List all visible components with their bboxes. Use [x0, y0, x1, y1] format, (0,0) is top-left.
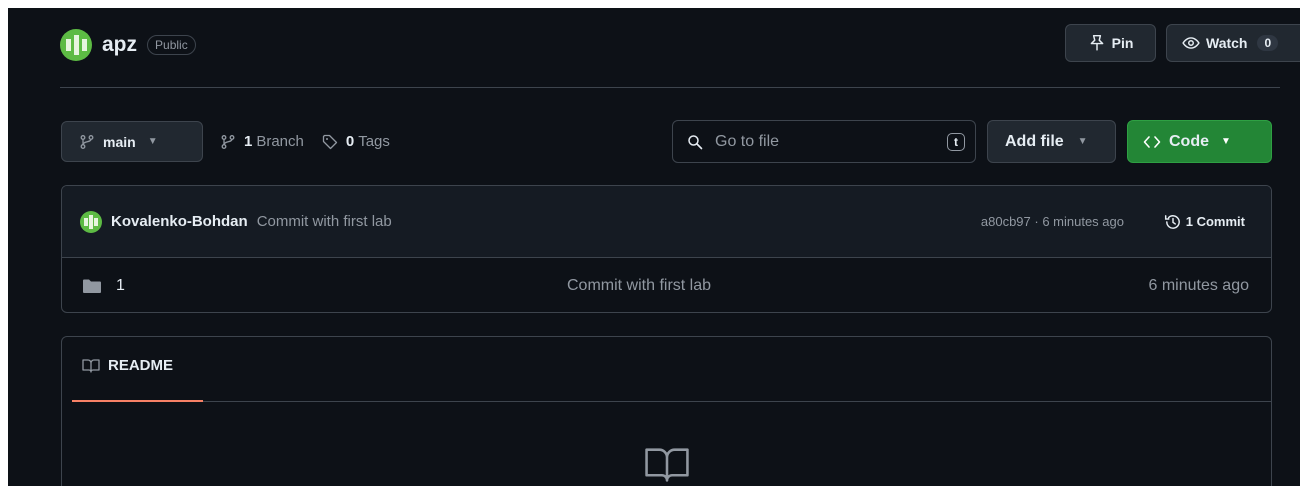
file-commit-message[interactable]: Commit with first lab — [567, 277, 711, 295]
branch-link[interactable]: Branch — [256, 133, 304, 150]
tab-readme[interactable]: README — [82, 357, 173, 374]
chevron-down-icon: ▼ — [1077, 136, 1088, 147]
commit-count: 1 Commit — [1185, 214, 1245, 229]
latest-commit: Kovalenko-Bohdan Commit with first lab a… — [62, 186, 1271, 258]
pin-label: Pin — [1111, 35, 1134, 51]
active-tab-indicator — [72, 400, 203, 402]
folder-icon — [83, 279, 101, 293]
header-divider — [60, 87, 1280, 88]
go-to-file[interactable]: t — [672, 120, 976, 163]
repo-meta: 1 Branch 0 Tags — [220, 121, 390, 162]
watch-label: Watch — [1206, 35, 1248, 51]
code-icon — [1143, 135, 1161, 148]
history-icon — [1164, 214, 1180, 229]
shortcut-key: t — [947, 133, 965, 151]
code-label: Code — [1169, 132, 1209, 150]
file-age: 6 minutes ago — [1148, 277, 1249, 294]
branch-icon — [80, 134, 94, 149]
pin-button[interactable]: Pin — [1065, 24, 1156, 62]
search-input[interactable] — [713, 131, 917, 152]
watch-count: 0 — [1257, 35, 1279, 51]
chevron-down-icon: ▼ — [147, 136, 158, 147]
commit-author[interactable]: Kovalenko-Bohdan — [111, 213, 248, 230]
list-item[interactable]: 1 Commit with first lab 6 minutes ago — [62, 258, 1271, 312]
search-icon — [688, 134, 703, 149]
commits-link[interactable]: 1 Commit — [1164, 213, 1245, 231]
book-icon — [82, 358, 100, 373]
tags-link[interactable]: Tags — [358, 133, 390, 150]
book-icon — [645, 448, 689, 482]
branch-name: main — [103, 133, 136, 150]
chevron-down-icon: ▼ — [1221, 136, 1231, 147]
add-file-button[interactable]: Add file ▼ — [987, 120, 1116, 163]
watch-button[interactable]: Watch 0 — [1166, 24, 1300, 62]
tag-count[interactable]: 0 — [346, 133, 354, 150]
tag-icon — [322, 134, 338, 149]
code-button[interactable]: Code ▼ — [1127, 120, 1272, 163]
visibility-badge: Public — [147, 35, 196, 55]
author-avatar[interactable] — [80, 210, 102, 233]
repo-actions: Pin Watch 0 — [1065, 24, 1300, 62]
readme-panel: README — [61, 336, 1272, 486]
owner-avatar[interactable] — [60, 29, 92, 61]
eye-icon — [1182, 37, 1200, 49]
branch-icon — [221, 134, 235, 149]
branch-selector[interactable]: main ▼ — [61, 121, 203, 162]
readme-label: README — [108, 357, 174, 374]
repo-page: apz Public Pin Watch 0 main ▼ 1 Branch 0… — [8, 8, 1300, 486]
file-name[interactable]: 1 — [116, 277, 125, 295]
commit-hash-time[interactable]: a80cb97 · 6 minutes ago — [981, 214, 1124, 229]
repo-name[interactable]: apz — [102, 33, 137, 57]
repo-header: apz Public — [60, 28, 196, 62]
add-file-label: Add file — [1005, 132, 1064, 150]
branch-count[interactable]: 1 — [244, 133, 252, 150]
commit-message[interactable]: Commit with first lab — [257, 213, 392, 230]
pin-icon — [1090, 34, 1103, 51]
readme-divider — [72, 401, 1271, 402]
file-browser: Kovalenko-Bohdan Commit with first lab a… — [61, 185, 1272, 313]
